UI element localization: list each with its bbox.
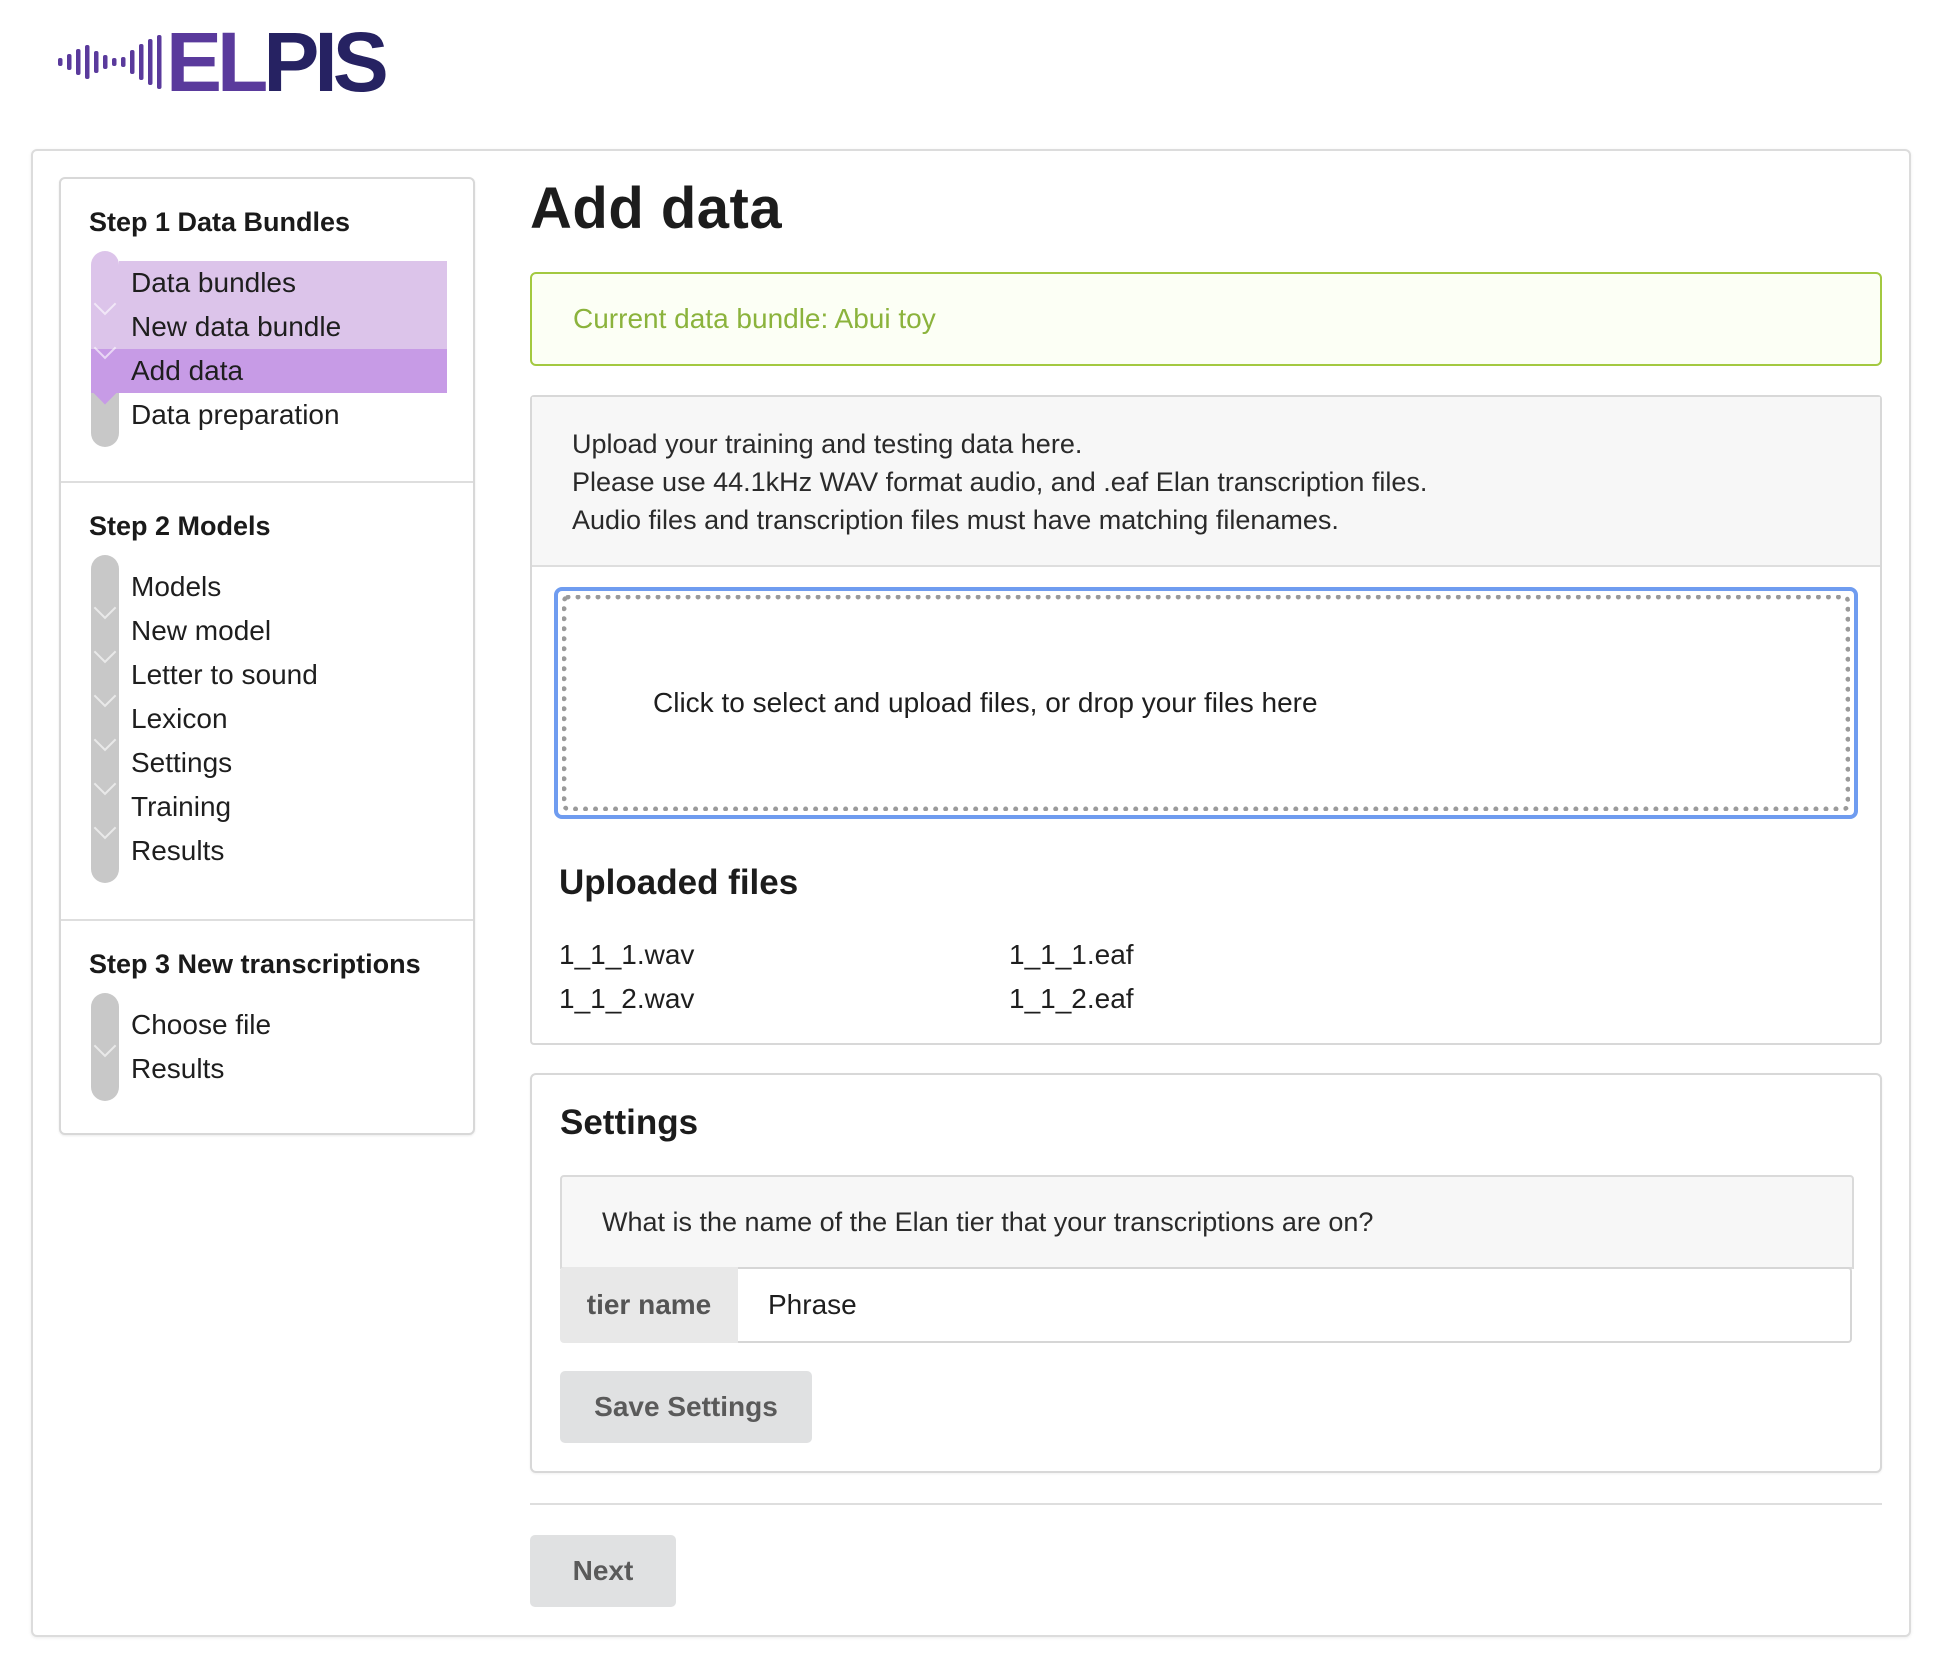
audio-file-name: 1_1_2.wav [559, 983, 695, 1014]
main-content: Add data Current data bundle: Abui toy U… [530, 176, 1882, 1607]
dropzone-text: Click to select and upload files, or dro… [653, 687, 1318, 718]
sidebar-item-label: Lexicon [131, 703, 228, 734]
sidebar-item-training[interactable]: Training [91, 785, 447, 840]
instruction-line: Upload your training and testing data he… [572, 429, 1083, 459]
waveform-bar [76, 49, 81, 75]
waveform-bar [103, 55, 108, 69]
step-item-list: Data bundles New data bundle Add data Data … [91, 251, 473, 447]
file-row: 1_1_1.wav 1_1_1.eaf [559, 933, 1459, 977]
tier-name-label: tier name [560, 1267, 738, 1343]
sidebar-item-label: Letter to sound [131, 659, 318, 690]
waveform-bar [67, 54, 72, 70]
sidebar-item-results[interactable]: Results [91, 1047, 447, 1091]
tier-name-input[interactable] [738, 1267, 1852, 1343]
sidebar-item-label: New model [131, 615, 272, 646]
sidebar-item-label: Results [131, 835, 225, 866]
elpis-logo: ELPIS [58, 15, 389, 109]
dropzone-area[interactable]: Click to select and upload files, or dro… [562, 595, 1850, 811]
waveform-bar [121, 57, 126, 67]
sidebar-item-settings[interactable]: Settings [91, 741, 447, 796]
settings-panel: Settings What is the name of the Elan ti… [530, 1073, 1882, 1473]
sidebar-item-lexicon[interactable]: Lexicon [91, 697, 447, 752]
upload-panel: Upload your training and testing data he… [530, 395, 1882, 1045]
uploaded-files-list: 1_1_1.wav 1_1_1.eaf 1_1_2.wav 1_1_2.eaf [559, 933, 1459, 1021]
sidebar-step-1: Step 1 Data Bundles Data bundles New data … [61, 179, 473, 483]
sidebar-step-3: Step 3 New transcriptions Choose file Resu… [61, 921, 473, 1137]
waveform-bar [58, 58, 63, 66]
tier-name-field: tier name [560, 1267, 1852, 1343]
sidebar-item-label: Data bundles [131, 267, 297, 298]
waveform-bar [148, 39, 153, 85]
next-button[interactable]: Next [530, 1535, 676, 1607]
transcription-file-name: 1_1_2.eaf [1009, 983, 1134, 1014]
instruction-line: Audio files and transcription files must… [572, 505, 1339, 535]
sidebar-item-new-data-bundle[interactable]: New data bundle [91, 305, 447, 360]
file-dropzone[interactable]: Click to select and upload files, or dro… [554, 587, 1858, 819]
sidebar-item-label: Results [131, 1053, 225, 1084]
sidebar-item-letter-to-sound[interactable]: Letter to sound [91, 653, 447, 708]
waveform-bar [139, 44, 144, 80]
transcription-file-name: 1_1_1.eaf [1009, 939, 1134, 970]
sidebar-item-add-data[interactable]: Add data [91, 349, 447, 405]
step-item-list: Models New model Letter to sound Lexicon Set… [91, 555, 473, 883]
sidebar-item-data-preparation[interactable]: Data preparation [91, 393, 447, 437]
sidebar-item-label: Choose file [131, 1009, 272, 1040]
waveform-icon [58, 35, 162, 89]
sidebar-item-new-model[interactable]: New model [91, 609, 447, 664]
sidebar-item-choose-file[interactable]: Choose file [91, 1003, 447, 1058]
sidebar-item-results[interactable]: Results [91, 829, 447, 873]
step-title: Step 1 Data Bundles [89, 207, 351, 237]
sidebar-item-label: Data preparation [131, 399, 340, 430]
step-title: Step 3 New transcriptions [89, 949, 421, 979]
logo-wordmark: ELPIS [166, 15, 389, 109]
audio-file-name: 1_1_1.wav [559, 939, 695, 970]
page-title: Add data [530, 176, 783, 241]
waveform-bar [130, 50, 135, 74]
instruction-line: Please use 44.1kHz WAV format audio, and… [572, 467, 1428, 497]
sidebar-item-label: New data bundle [131, 311, 342, 342]
sidebar-item-label: Training [131, 791, 232, 822]
steps-sidebar: Step 1 Data Bundles Data bundles New data … [59, 177, 475, 1135]
waveform-bar [94, 51, 99, 73]
sidebar-item-label: Models [131, 571, 222, 602]
sidebar-item-label: Add data [131, 355, 244, 386]
sidebar-step-2: Step 2 Models Models New model Letter to so… [61, 483, 473, 921]
file-row: 1_1_2.wav 1_1_2.eaf [559, 977, 1459, 1021]
step-item-list: Choose file Results [91, 993, 473, 1101]
sidebar-item-label: Settings [131, 747, 233, 778]
settings-heading: Settings [560, 1103, 699, 1142]
tier-question: What is the name of the Elan tier that y… [560, 1175, 1854, 1269]
waveform-bar [157, 35, 162, 89]
sidebar-item-models[interactable]: Models [91, 565, 447, 620]
upload-instructions: Upload your training and testing data he… [532, 397, 1880, 567]
sidebar-item-data-bundles[interactable]: Data bundles [91, 261, 447, 316]
waveform-bar [112, 58, 117, 66]
uploaded-files-heading: Uploaded files [559, 863, 799, 902]
waveform-bar [85, 45, 90, 79]
save-settings-button[interactable]: Save Settings [560, 1371, 812, 1443]
step-title: Step 2 Models [89, 511, 271, 541]
divider [530, 1503, 1882, 1505]
current-bundle-message: Current data bundle: Abui toy [530, 272, 1882, 366]
